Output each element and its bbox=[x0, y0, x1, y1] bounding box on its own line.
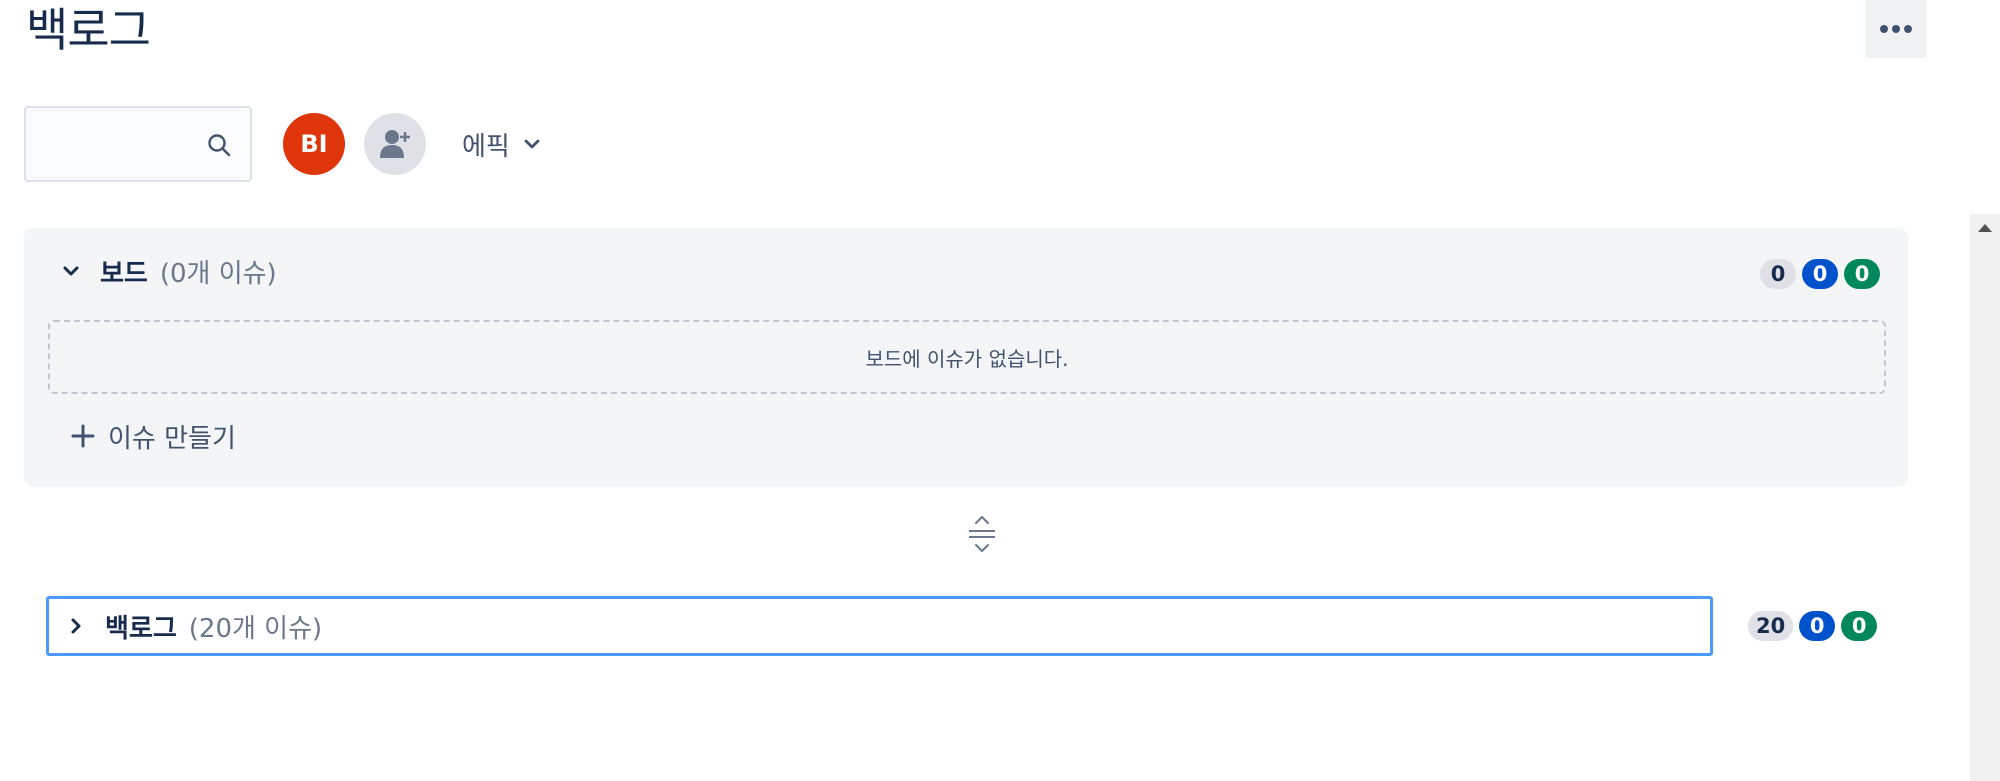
board-section: 보드 (0개 이슈) 0 0 0 보드에 이슈가 없습니다. 이슈 만들기 bbox=[24, 228, 1908, 487]
page-title: 백로그 bbox=[26, 3, 151, 57]
board-section-header[interactable]: 보드 (0개 이슈) bbox=[60, 252, 277, 290]
done-count-badge: 0 bbox=[1844, 259, 1880, 289]
todo-count-badge: 20 bbox=[1748, 611, 1794, 641]
create-issue-label: 이슈 만들기 bbox=[108, 423, 236, 454]
board-issue-count: (0개 이슈) bbox=[159, 258, 277, 289]
search-icon bbox=[208, 134, 231, 157]
backlog-section-title: 백로그 bbox=[105, 613, 177, 644]
epic-filter-label: 에픽 bbox=[462, 131, 510, 162]
backlog-issue-count: (20개 이슈) bbox=[188, 613, 323, 644]
search-field[interactable] bbox=[24, 106, 252, 182]
epic-filter-dropdown[interactable]: 에픽 bbox=[462, 120, 542, 168]
backlog-header-content: 백로그 (20개 이슈) bbox=[65, 607, 322, 645]
search-input[interactable] bbox=[38, 108, 208, 180]
todo-count-badge: 0 bbox=[1760, 259, 1796, 289]
more-actions-button[interactable] bbox=[1865, 0, 1927, 58]
avatar[interactable]: BI bbox=[283, 113, 345, 175]
scrollbar[interactable] bbox=[1970, 214, 2000, 781]
done-count-badge: 0 bbox=[1841, 611, 1878, 641]
scroll-up-icon[interactable] bbox=[1978, 224, 1992, 232]
in-progress-count-badge: 0 bbox=[1799, 611, 1836, 641]
add-people-button[interactable] bbox=[364, 113, 426, 175]
board-status-badges: 0 0 0 bbox=[1760, 259, 1880, 289]
chevron-down-icon[interactable] bbox=[60, 260, 82, 282]
plus-icon bbox=[71, 424, 95, 448]
board-section-title: 보드 bbox=[100, 258, 148, 289]
more-icon bbox=[1880, 25, 1912, 33]
add-user-icon bbox=[380, 130, 410, 158]
chevron-right-icon[interactable] bbox=[65, 615, 87, 637]
board-empty-dropzone: 보드에 이슈가 없습니다. bbox=[48, 320, 1886, 394]
backlog-section-header[interactable]: 백로그 (20개 이슈) bbox=[46, 596, 1713, 656]
create-issue-button[interactable]: 이슈 만들기 bbox=[70, 414, 236, 458]
backlog-status-badges: 20 0 0 bbox=[1748, 611, 1878, 641]
drag-handle-icon[interactable] bbox=[966, 514, 998, 554]
chevron-down-icon bbox=[524, 139, 540, 149]
in-progress-count-badge: 0 bbox=[1802, 259, 1838, 289]
